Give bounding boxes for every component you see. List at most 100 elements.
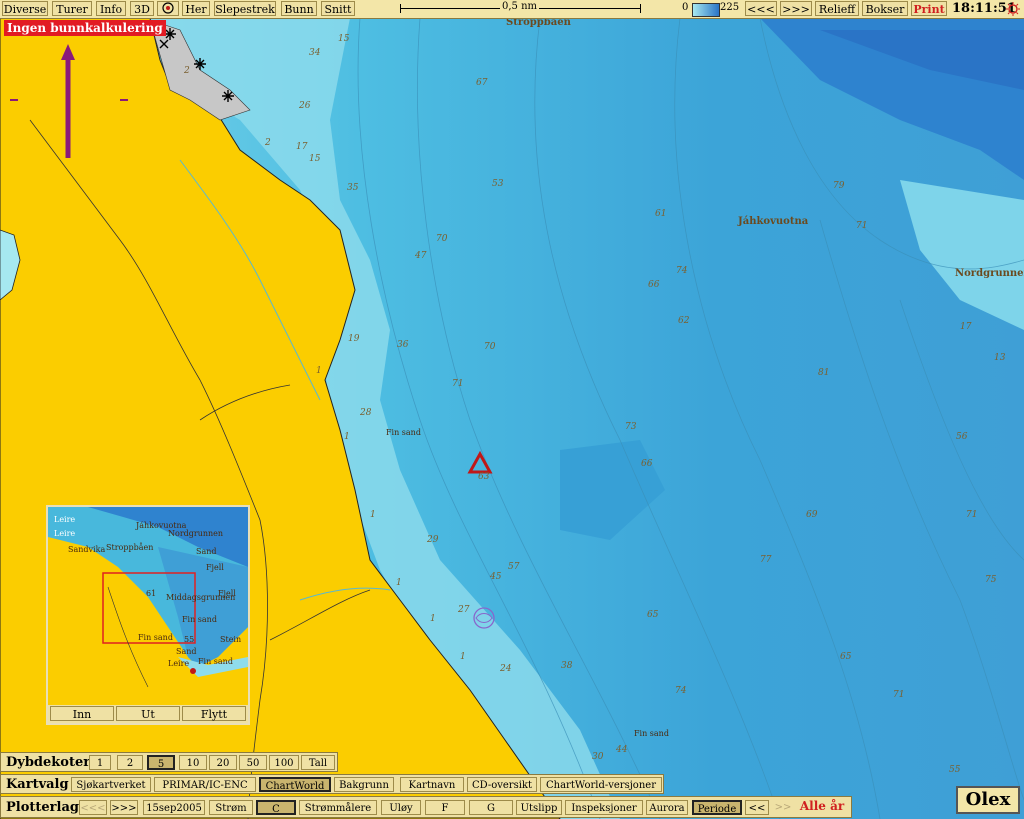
inset-label: Leire — [168, 659, 190, 668]
contour-1-button[interactable]: 1 — [89, 755, 111, 770]
depth-label: 74 — [676, 266, 688, 276]
bakgrunn-button[interactable]: Bakgrunn — [334, 777, 394, 792]
depth-label: 2 — [265, 138, 271, 148]
depth-label: 70 — [436, 234, 448, 244]
sun-icon[interactable] — [1006, 2, 1020, 16]
contour-20-button[interactable]: 20 — [209, 755, 237, 770]
depth-label: 57 — [508, 562, 520, 572]
strom-button[interactable]: Strøm — [209, 800, 253, 815]
her-button[interactable]: Her — [182, 1, 210, 16]
bokser-button[interactable]: Bokser — [862, 1, 908, 16]
plotter-next-button[interactable]: >>> — [110, 800, 138, 815]
period-forward-button[interactable]: >> — [771, 800, 795, 815]
top-toolbar: Diverse Turer Info 3D Her Slepestrek Bun… — [0, 0, 1024, 19]
depth-label: 65 — [647, 610, 659, 620]
inset-label: Stroppbåen — [106, 543, 154, 552]
contour-5-button[interactable]: 5 — [147, 755, 175, 770]
inset-label: Nordgrunnen — [168, 529, 224, 538]
zoom-in-button[interactable]: Inn — [50, 706, 114, 721]
uloy-button[interactable]: Uløy — [381, 800, 421, 815]
depth-min: 0 — [682, 2, 689, 13]
slepestrek-button[interactable]: Slepestrek — [214, 1, 276, 16]
relieff-button[interactable]: Relieff — [815, 1, 859, 16]
inset-label: Leire — [54, 515, 76, 524]
depth-label: 66 — [641, 459, 653, 469]
utslipp-button[interactable]: Utslipp — [516, 800, 562, 815]
inset-button-bar: Inn Ut Flytt — [48, 705, 248, 723]
depth-label: 35 — [347, 183, 359, 193]
f-button[interactable]: F — [425, 800, 465, 815]
depth-max: 225 — [720, 2, 740, 13]
g-button[interactable]: G — [469, 800, 513, 815]
contour-10-button[interactable]: 10 — [179, 755, 207, 770]
inset-label: Sandvika — [68, 545, 106, 554]
periode-button[interactable]: Periode — [692, 800, 742, 815]
snitt-button[interactable]: Snitt — [321, 1, 355, 16]
move-button[interactable]: Flytt — [182, 706, 246, 721]
sjokartverket-button[interactable]: Sjøkartverket — [71, 777, 151, 792]
diverse-button[interactable]: Diverse — [2, 1, 48, 16]
depth-label: 71 — [452, 379, 464, 389]
plotterlag-label: Plotterlag — [6, 800, 79, 815]
c-button[interactable]: C — [256, 800, 296, 815]
chartworld-versjoner-button[interactable]: ChartWorld-versjoner — [540, 777, 662, 792]
depth-label: 63 — [478, 472, 490, 482]
seabed-label: Fin sand — [634, 729, 669, 738]
strommalere-button[interactable]: Strømmålere — [299, 800, 377, 815]
overview-inset[interactable]: Leire Leire Sandvika Stroppbåen Jáhkovuo… — [46, 505, 250, 725]
place-name-jahkovuotna: Jáhkovuotna — [738, 216, 809, 227]
place-name-nordgrunnen: Nordgrunnen — [955, 268, 1024, 279]
contour-50-button[interactable]: 50 — [239, 755, 267, 770]
turer-button[interactable]: Turer — [52, 1, 92, 16]
scale-label: 0,5 nm — [500, 1, 540, 12]
depth-label: 17 — [960, 322, 972, 332]
kartnavn-button[interactable]: Kartnavn — [400, 777, 464, 792]
plotter-prev-button[interactable]: <<< — [79, 800, 107, 815]
depth-label: 44 — [616, 745, 628, 755]
depth-label: 74 — [675, 686, 687, 696]
depth-label: 24 — [500, 664, 512, 674]
depth-label: 27 — [458, 605, 470, 615]
depth-label: 62 — [678, 316, 690, 326]
depth-label: 1 — [316, 366, 322, 376]
depth-label: 55 — [949, 765, 961, 775]
inset-label: Middagsgrunnen — [166, 593, 236, 602]
prev-button[interactable]: <<< — [745, 1, 777, 16]
depth-label: 29 — [427, 535, 439, 545]
period-back-button[interactable]: << — [745, 800, 769, 815]
inspeksjoner-button[interactable]: Inspeksjoner — [565, 800, 643, 815]
contour-2-button[interactable]: 2 — [117, 755, 143, 770]
contour-100-button[interactable]: 100 — [269, 755, 299, 770]
depth-label: 71 — [893, 690, 905, 700]
date-button[interactable]: 15sep2005 — [143, 800, 205, 815]
3d-button[interactable]: 3D — [130, 1, 154, 16]
depth-label: 69 — [806, 510, 818, 520]
depth-label: 73 — [625, 422, 637, 432]
bunn-button[interactable]: Bunn — [281, 1, 317, 16]
zoom-out-button[interactable]: Ut — [116, 706, 180, 721]
plotterlag-bar: Plotterlag <<< >>> 15sep2005 Strøm C Str… — [0, 796, 852, 818]
compass-button[interactable] — [157, 1, 179, 16]
depth-label: 53 — [492, 179, 504, 189]
depth-label: 47 — [415, 251, 427, 261]
chartworld-button[interactable]: ChartWorld — [259, 777, 331, 792]
inset-label: Sand — [196, 547, 217, 556]
print-button[interactable]: Print — [911, 1, 947, 16]
depth-label: 1 — [344, 432, 350, 442]
depth-label: 71 — [856, 221, 868, 231]
scale-bar-tick — [400, 4, 401, 13]
scale-bar-tick — [640, 4, 641, 13]
cd-oversikt-button[interactable]: CD-oversikt — [467, 777, 537, 792]
depth-label: 81 — [818, 368, 830, 378]
next-button[interactable]: >>> — [780, 1, 812, 16]
aurora-button[interactable]: Aurora — [646, 800, 688, 815]
inset-label: Fin sand — [138, 633, 173, 642]
info-button[interactable]: Info — [96, 1, 126, 16]
contour-tall-button[interactable]: Tall — [301, 755, 335, 770]
depth-label: 45 — [490, 572, 502, 582]
primar-button[interactable]: PRIMAR/IC-ENC — [154, 777, 256, 792]
alle-ar-button[interactable]: Alle år — [797, 799, 847, 814]
depth-label: 2 — [184, 66, 190, 76]
depth-label: 28 — [360, 408, 372, 418]
olex-logo[interactable]: Olex — [956, 786, 1020, 814]
